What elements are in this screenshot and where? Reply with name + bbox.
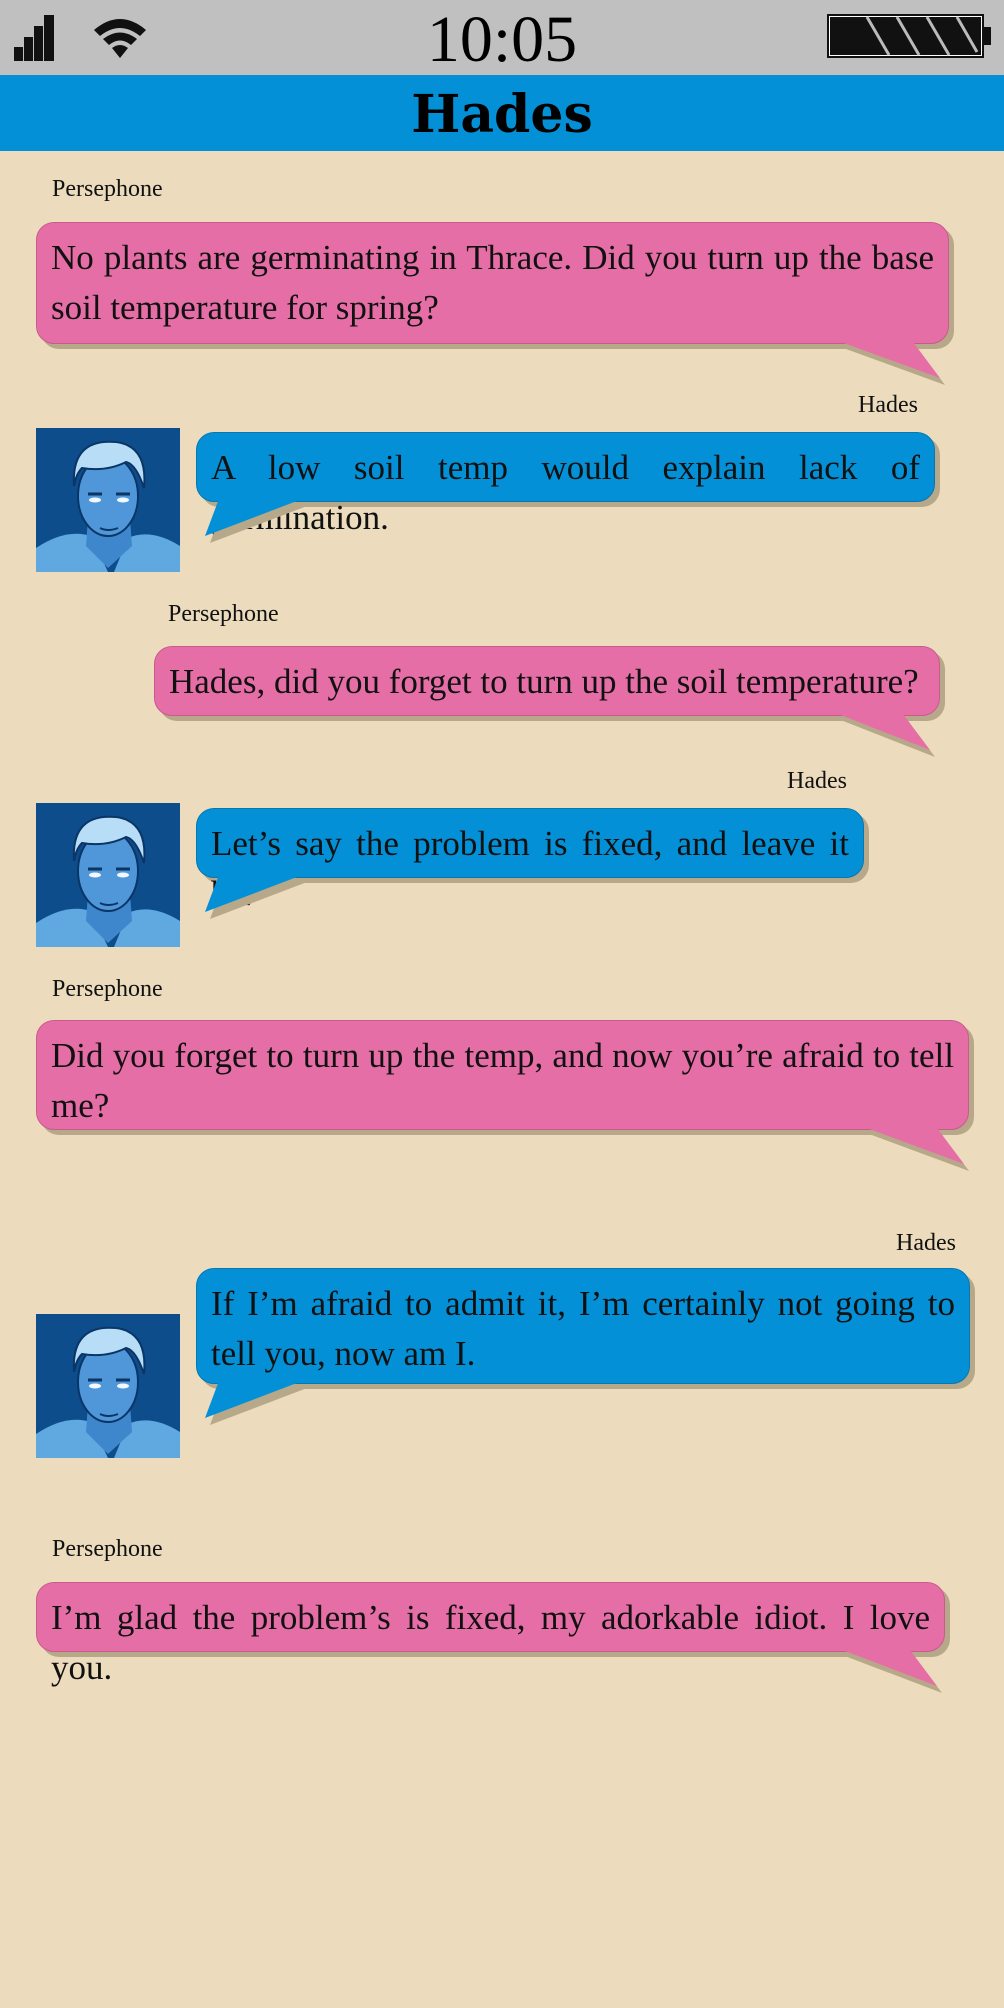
bubble-tail bbox=[205, 872, 315, 919]
hades-avatar bbox=[36, 803, 180, 947]
message-bubble-persephone: I’m glad the problem’s is fixed, my ador… bbox=[36, 1582, 945, 1687]
chat-header: Hades bbox=[0, 75, 1004, 151]
message-bubble-persephone: No plants are germinating in Thrace. Did… bbox=[36, 222, 949, 344]
bubble-tail bbox=[832, 1646, 942, 1693]
sender-label: Hades bbox=[858, 392, 918, 418]
message-bubble-persephone: Did you forget to turn up the temp, and … bbox=[36, 1020, 969, 1130]
bubble-tail bbox=[205, 496, 315, 543]
sender-label: Persephone bbox=[168, 601, 279, 627]
hades-avatar bbox=[36, 1314, 180, 1458]
sender-label: Hades bbox=[896, 1230, 956, 1256]
bubble-tail bbox=[828, 710, 935, 757]
bubble-tail bbox=[830, 338, 945, 385]
message-bubble-persephone: Hades, did you forget to turn up the soi… bbox=[154, 646, 940, 716]
status-bar: 10:05 bbox=[0, 0, 1004, 76]
message-bubble-hades: Let’s say the problem is fixed, and leav… bbox=[196, 808, 864, 913]
hades-avatar bbox=[36, 428, 180, 572]
message-bubble-hades: If I’m afraid to admit it, I’m certainly… bbox=[196, 1268, 970, 1384]
contact-name: Hades bbox=[411, 84, 593, 145]
battery-icon bbox=[827, 14, 991, 58]
bubble-tail bbox=[856, 1124, 969, 1171]
sender-label: Persephone bbox=[52, 176, 163, 202]
sender-label: Persephone bbox=[52, 1536, 163, 1562]
sender-label: Hades bbox=[787, 768, 847, 794]
message-bubble-hades: A low soil temp would explain lack of ge… bbox=[196, 432, 935, 537]
sender-label: Persephone bbox=[52, 976, 163, 1002]
bubble-tail bbox=[205, 1378, 315, 1425]
